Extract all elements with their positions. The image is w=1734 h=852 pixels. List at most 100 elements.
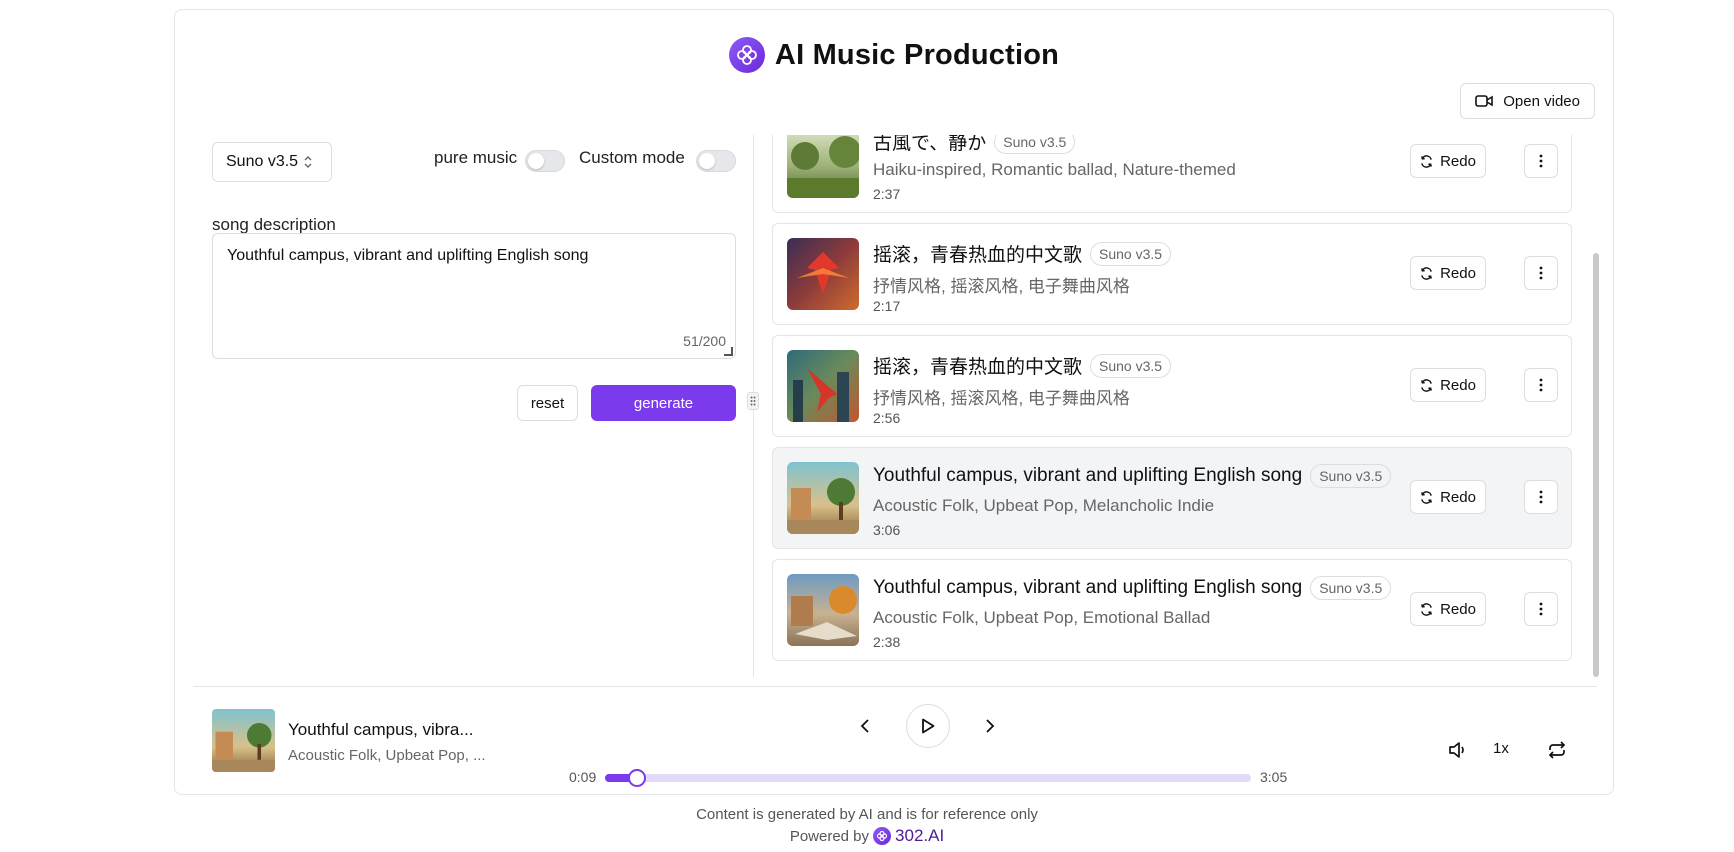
song-title-row: 古風で、静か Suno v3.5 [873, 135, 1076, 155]
pure-music-switch[interactable] [525, 150, 565, 172]
custom-mode-label: Custom mode [579, 148, 685, 167]
app-header: AI Music Production [175, 30, 1613, 80]
song-cover-image [787, 462, 859, 534]
model-badge: Suno v3.5 [1090, 353, 1172, 378]
total-time: 3:05 [1260, 769, 1288, 785]
model-badge: Suno v3.5 [1310, 576, 1392, 600]
song-duration: 2:56 [873, 410, 901, 426]
pure-music-label: pure music [434, 148, 518, 167]
more-vertical-icon [1539, 602, 1543, 616]
song-title-row: 摇滚，青春热血的中文歌 Suno v3.5 [873, 352, 1172, 379]
volume-button[interactable] [1447, 739, 1469, 761]
panel-drag-handle[interactable] [747, 392, 759, 410]
chevron-right-icon [986, 719, 995, 733]
generate-button[interactable]: generate [591, 385, 736, 421]
repeat-button[interactable] [1546, 739, 1568, 761]
open-video-label: Open video [1503, 92, 1580, 110]
song-duration: 2:38 [873, 634, 901, 650]
redo-label: Redo [1440, 488, 1476, 506]
custom-mode-switch[interactable] [696, 150, 736, 172]
song-styles: 抒情风格, 摇滚风格, 电子舞曲风格 [873, 389, 1130, 408]
scrollbar-thumb[interactable] [1593, 253, 1599, 677]
elapsed-time: 0:09 [569, 769, 597, 785]
song-item[interactable]: 摇滚，青春热血的中文歌 Suno v3.5 抒情风格, 摇滚风格, 电子舞曲风格… [772, 335, 1572, 437]
more-vertical-icon [1539, 154, 1543, 168]
song-styles: 抒情风格, 摇滚风格, 电子舞曲风格 [873, 277, 1130, 296]
more-options-button[interactable] [1524, 368, 1558, 402]
player-song-title: Youthful campus, vibra... [288, 720, 474, 739]
more-vertical-icon [1539, 266, 1543, 280]
model-select[interactable]: Suno v3.5 [212, 142, 332, 182]
playback-speed-button[interactable]: 1x [1493, 740, 1509, 757]
song-list-scrollbar[interactable] [1593, 135, 1599, 677]
brand-link[interactable]: 302.AI [895, 826, 944, 846]
redo-button[interactable]: Redo [1410, 256, 1486, 290]
more-options-button[interactable] [1524, 592, 1558, 626]
footer-disclaimer: Content is generated by AI and is for re… [696, 806, 1038, 823]
model-select-value: Suno v3.5 [226, 153, 299, 170]
reset-button[interactable]: reset [517, 385, 578, 421]
player-divider [193, 686, 1597, 687]
refresh-icon [1421, 602, 1432, 616]
player-cover-image [212, 709, 275, 772]
chevron-up-down-icon [304, 156, 312, 168]
song-item[interactable]: 古風で、静か Suno v3.5 Haiku-inspired, Romanti… [772, 135, 1572, 213]
song-description-label: song description [212, 215, 336, 234]
song-item-active[interactable]: Youthful campus, vibrant and uplifting E… [772, 447, 1572, 549]
song-duration: 3:06 [873, 522, 901, 538]
song-title-row: Youthful campus, vibrant and uplifting E… [873, 576, 1392, 600]
song-description-text: Youthful campus, vibrant and uplifting E… [227, 247, 589, 264]
song-duration: 2:37 [873, 186, 901, 202]
more-vertical-icon [1539, 378, 1543, 392]
chevron-left-icon [860, 719, 869, 733]
footer-powered-by: Powered by 302.AI [0, 826, 1734, 846]
refresh-icon [1421, 490, 1432, 504]
redo-label: Redo [1440, 600, 1476, 618]
open-video-button[interactable]: Open video [1460, 83, 1595, 119]
song-title: Youthful campus, vibrant and uplifting E… [873, 577, 1303, 598]
song-duration: 2:17 [873, 298, 901, 314]
redo-label: Redo [1440, 376, 1476, 394]
model-badge: Suno v3.5 [994, 135, 1076, 154]
song-list: 古風で、静か Suno v3.5 Haiku-inspired, Romanti… [772, 135, 1585, 677]
redo-button[interactable]: Redo [1410, 592, 1486, 626]
song-item[interactable]: 摇滚，青春热血的中文歌 Suno v3.5 抒情风格, 摇滚风格, 电子舞曲风格… [772, 223, 1572, 325]
previous-button[interactable] [855, 716, 875, 736]
song-title: 古風で、静か [873, 135, 987, 154]
redo-button[interactable]: Redo [1410, 480, 1486, 514]
song-title-row: 摇滚，青春热血的中文歌 Suno v3.5 [873, 240, 1172, 267]
refresh-icon [1421, 378, 1432, 392]
powered-by-label: Powered by [789, 827, 870, 845]
refresh-icon [1421, 154, 1432, 168]
progress-slider[interactable] [605, 769, 1251, 787]
song-title-row: Youthful campus, vibrant and uplifting E… [873, 464, 1392, 488]
song-styles: Acoustic Folk, Upbeat Pop, Melancholic I… [873, 496, 1215, 515]
more-options-button[interactable] [1524, 256, 1558, 290]
play-button[interactable] [906, 704, 950, 748]
refresh-icon [1421, 266, 1432, 280]
song-cover-image [787, 135, 859, 198]
redo-button[interactable]: Redo [1410, 144, 1486, 178]
player-song-styles: Acoustic Folk, Upbeat Pop, ... [288, 747, 486, 764]
play-icon [922, 718, 935, 734]
resize-handle-icon[interactable] [724, 347, 733, 356]
song-description-input[interactable]: Youthful campus, vibrant and uplifting E… [212, 233, 736, 359]
more-options-button[interactable] [1524, 480, 1558, 514]
model-badge: Suno v3.5 [1090, 241, 1172, 266]
song-styles: Acoustic Folk, Upbeat Pop, Emotional Bal… [873, 608, 1211, 627]
volume-icon [1449, 742, 1464, 758]
more-vertical-icon [1539, 490, 1543, 504]
song-cover-image [787, 350, 859, 422]
more-options-button[interactable] [1524, 144, 1558, 178]
next-button[interactable] [980, 716, 1000, 736]
song-title: 摇滚，青春热血的中文歌 [873, 357, 1083, 378]
song-title: Youthful campus, vibrant and uplifting E… [873, 465, 1303, 486]
page-title: AI Music Production [774, 38, 1060, 71]
repeat-icon [1548, 741, 1566, 759]
redo-label: Redo [1440, 264, 1476, 282]
progress-knob[interactable] [627, 769, 646, 787]
song-item[interactable]: Youthful campus, vibrant and uplifting E… [772, 559, 1572, 661]
grip-icon [750, 396, 756, 406]
song-title: 摇滚，青春热血的中文歌 [873, 245, 1083, 266]
redo-button[interactable]: Redo [1410, 368, 1486, 402]
